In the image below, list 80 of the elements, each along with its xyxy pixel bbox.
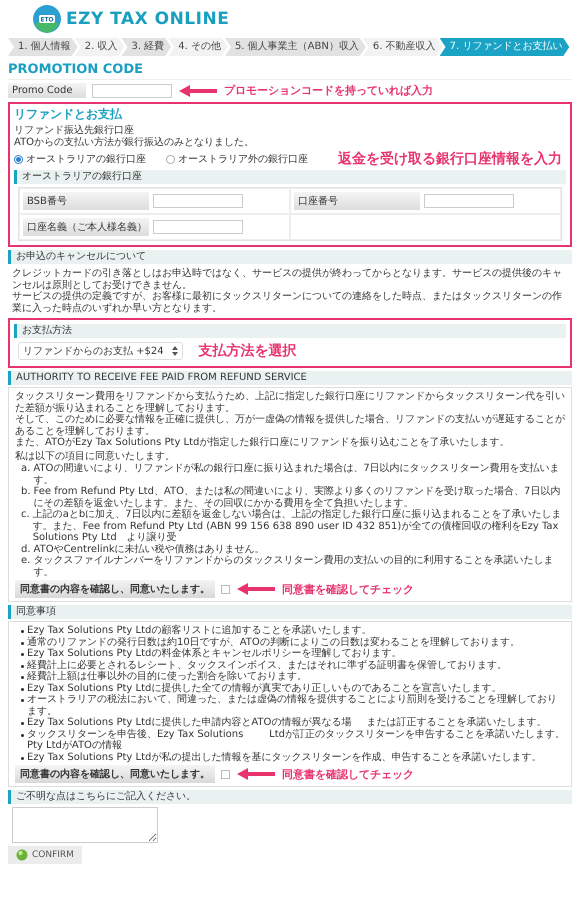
bullet-icon: [21, 642, 24, 644]
list-item-text: Ltdが訂正のタックスリターンを申告することを承諾いたします。: [269, 728, 565, 742]
confirm-button[interactable]: CONFIRM: [8, 846, 82, 864]
list-marker: e.: [21, 555, 30, 568]
input-field[interactable]: [424, 194, 514, 208]
logo-text: EZY TAX ONLINE: [66, 9, 230, 29]
list-item-text: Ezy Tax Solutions Pty Ltdの顧客リストに追加することを承諾いたします。: [27, 625, 372, 636]
step-tab[interactable]: 3. 経費: [121, 38, 172, 56]
section-header: AUTHORITY TO RECEIVE FEE PAID FROM REFUND SERVICE: [8, 371, 572, 385]
annotation-arrow: [236, 767, 276, 781]
dropdown-arrows-icon: [172, 346, 178, 356]
annotation-arrow: [236, 582, 276, 596]
field-label: 口座名義（ご本人様名義）: [23, 218, 149, 236]
annotation-text: 同意書を確認してチェック: [282, 582, 414, 596]
bullet-icon: [21, 676, 24, 679]
annotation-text: 返金を受け取る銀行口座情報を入力: [338, 150, 562, 168]
radio-option[interactable]: オーストラリア外の銀行口座: [166, 152, 308, 166]
section-header: ご不明な点はこちらにご記入ください。: [8, 790, 572, 804]
annotation-text: 支払方法を選択: [198, 342, 297, 360]
payment-dropdown[interactable]: リファンドからのお支払 +$24: [18, 342, 183, 360]
list-item-text: Ezy Tax Solutions Pty Ltdの料金体系とキャンセルポリシーを理解しております。: [27, 648, 402, 660]
question-textarea[interactable]: [12, 807, 158, 843]
ball-icon: [16, 849, 28, 861]
promo-code-field[interactable]: [92, 84, 172, 98]
bullet-icon: [21, 630, 24, 633]
paragraph: そして、このために必要な情報を正確に提供し、万が一虚偽の情報を提供した場合、リファンドの支払いが遅延することがあることを理解しております。: [15, 414, 565, 436]
info-text: クレジットカードの引き落としはお申込時ではなく、サービスの提供が終わってからとなります。サービスの提供後のキャンセルは原則としてお受けできません。 サービスの提供の定義ですが、お客様に最初にタックスリターンについての連絡をした時点、またはタックスリターンの作業に入った時点のいずれか早い方となります。: [11, 266, 563, 316]
list-item-text: ATOの間違いにより、リファンドが私の銀行口座に振り込まれた場合は、7日以内にタックスリターン費用を支払います。: [33, 463, 561, 486]
field-label: Promo Code: [8, 83, 86, 98]
list-item-text: または訂正することを承諾いたします。: [366, 717, 546, 728]
list-item-text: Ezy Tax Solutions Pty Ltdに提供した全ての情報が真実であり正しいものであることを宣言いたします。: [27, 682, 502, 694]
annotation-arrow: [178, 84, 218, 98]
list-marker: d.: [21, 544, 31, 555]
list-item-text: Fee from Refund Pty Ltd、ATO、または私の間違いにより、実際より多くのリファンドを受け取った場合、7日以内にその差額を返金いたします。また、その回収にかかる費用を全て負担いたします。: [34, 486, 562, 508]
list-item-text: 通常のリファンドの発行日数は約10日ですが、ATOの判断によりこの日数は変わることを理解しております。: [27, 636, 520, 648]
bullet-icon: [21, 734, 24, 736]
section-header: お支払方法: [14, 324, 566, 338]
annotation-text: 同意書を確認してチェック: [282, 766, 414, 782]
step-tab[interactable]: 2. 収入: [74, 38, 124, 56]
agreement-checkbox[interactable]: [221, 584, 230, 594]
annotation-text: プロモーションコードを持っていれば入力: [224, 83, 433, 98]
list-item-text: オーストラリアの税法において、間違った、または虚偽の情報を提供することにより罰則を受けることを理解しております。: [27, 694, 558, 716]
paragraph: また、ATOがEzy Tax Solutions Pty Ltdが指定した銀行口座にリファンドを振り込むことを了承いたします。: [15, 437, 510, 448]
agreement-label: 同意書の内容を確認し、同意いたします。: [15, 580, 215, 598]
list-marker: b.: [21, 486, 31, 499]
step-tab[interactable]: 6. 不動産収入: [362, 38, 443, 56]
step-tab[interactable]: 5. 個人事業主（ABN）収入: [224, 38, 366, 56]
field-label: 口座番号: [294, 192, 420, 210]
bullet-icon: [21, 688, 24, 690]
agreement-label: 同意書の内容を確認し、同意いたします。: [15, 765, 215, 783]
section-header: オーストラリアの銀行口座: [14, 170, 566, 184]
step-tab[interactable]: 4. その他: [168, 38, 228, 56]
list-marker: a.: [21, 463, 30, 476]
bullet-icon: [21, 664, 24, 668]
list-item-text: 経費計上額は仕事以外の目的に使った割合を除いております。: [27, 671, 307, 682]
section-title: PROMOTION CODE: [8, 62, 572, 80]
step-tab[interactable]: 1. 個人情報: [8, 38, 78, 56]
list-marker: c.: [21, 509, 30, 522]
paragraph: 私は以下の項目に同意いたします。: [15, 450, 176, 462]
paragraph: タックスリターン費用をリファンドから支払うため、上記に指定した銀行口座にリファンドからタックスリターン代を引いた差額が振り込まれることを理解しております。: [15, 391, 565, 414]
list-item-text: タックスリターンを申告後、Ezy Tax Solutions Pty LtdがATOの情報: [27, 728, 244, 752]
bullet-icon: [21, 699, 24, 702]
list-item-text: Ezy Tax Solutions Pty Ltdが私の提出した情報を基にタックスリターンを作成、申告することを承諾いたします。: [27, 752, 542, 763]
info-text: リファンド振込先銀行口座 ATOからの支払い方法が銀行振込のみとなりました。: [14, 125, 256, 148]
input-field[interactable]: [153, 194, 243, 208]
bullet-icon: [21, 756, 24, 760]
list-item-text: ATOやCentrelinkに未払い税や債務はありません。: [34, 544, 265, 555]
radio-option[interactable]: オーストラリアの銀行口座: [14, 152, 146, 166]
list-item-text: 経費計上に必要とされるレシート、タックスインボイス、またはそれに準ずる証明書を保管しております。: [27, 660, 507, 670]
list-item-text: タックスファイルナンバーをリファンドからのタックスリターン費用の支払いの目的に利用することを承諾いたします。: [33, 555, 554, 578]
field-label: BSB番号: [23, 192, 149, 210]
bullet-icon: [21, 653, 24, 656]
bullet-icon: [21, 722, 24, 725]
input-field[interactable]: [153, 220, 243, 234]
section-title: リファンドとお支払: [14, 106, 124, 123]
list-item-text: Ezy Tax Solutions Pty Ltdに提供した申請内容とATOの情報が異なる場: [27, 717, 352, 728]
section-header: 同意事項: [8, 605, 572, 619]
list-item-text: 上記のaとbに加え、7日以内に差額を返金しない場合は、上記の指定した銀行口座に振り込まれることを了承いたします。また、Fee from Refund Pty Ltd (ABN 99 156 638 890 user ID 432 851)が全ての債権回収の権利をEzy Tax Solutions Pty Ltd より譲り受: [32, 509, 563, 544]
agreement-checkbox[interactable]: [221, 770, 230, 778]
section-header: お申込のキャンセルについて: [8, 250, 572, 264]
